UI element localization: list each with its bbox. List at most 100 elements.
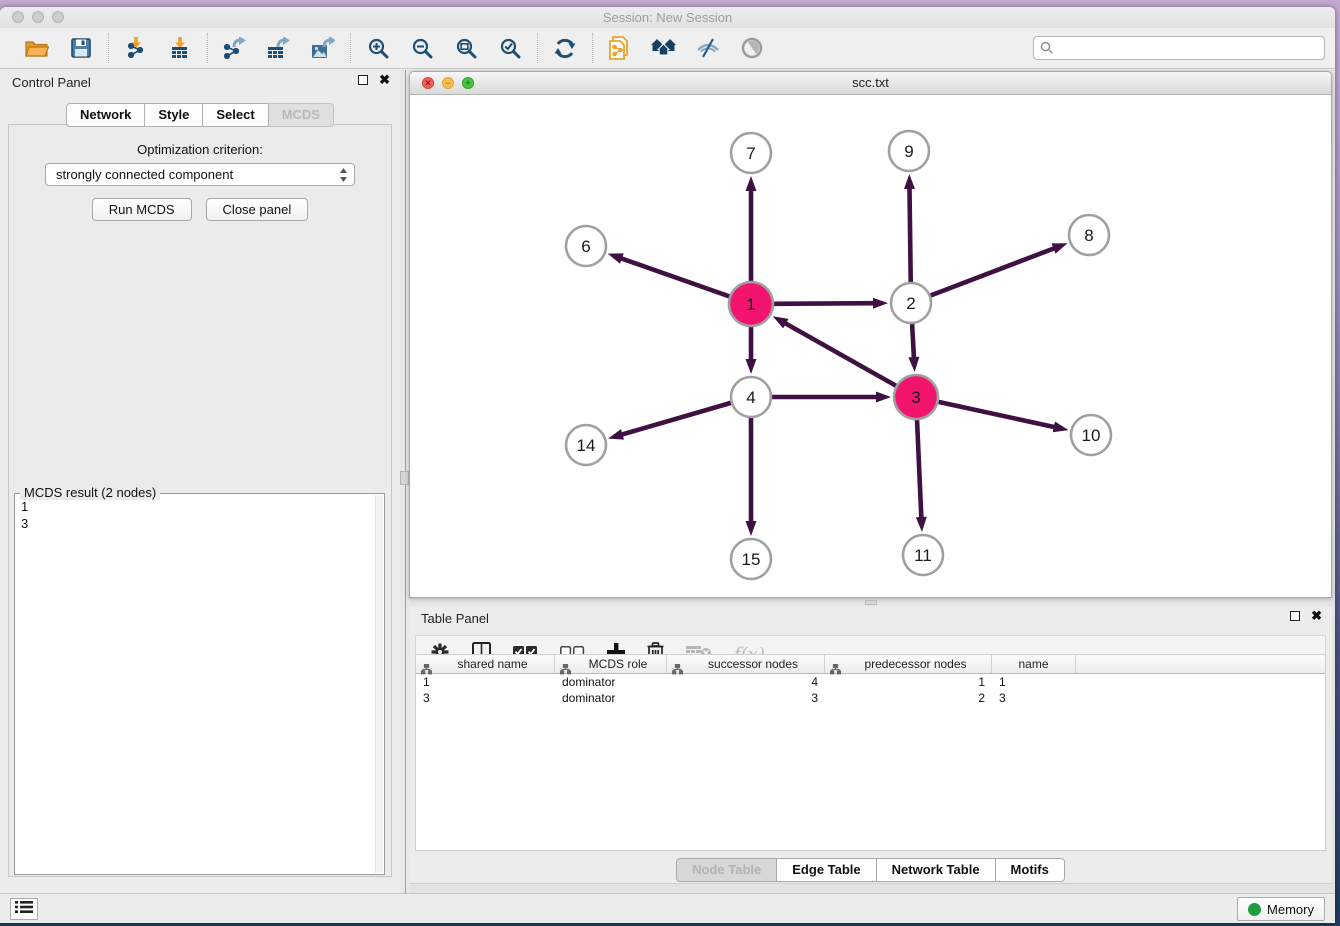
open-session-icon — [25, 38, 49, 58]
cell-successor-nodes[interactable]: 3 — [667, 690, 825, 706]
table-panel-title: Table Panel — [409, 606, 489, 626]
edge-2-8[interactable] — [931, 248, 1056, 296]
network-canvas[interactable]: 7 9 6 8 1 2 4 3 14 10 15 11 — [410, 95, 1331, 597]
window-controls — [12, 11, 64, 23]
save-session-button[interactable] — [66, 33, 96, 63]
close-panel-button[interactable]: Close panel — [206, 198, 309, 221]
node-11[interactable]: 11 — [903, 535, 943, 575]
edge-1-2[interactable] — [774, 303, 875, 304]
table-row[interactable]: 3dominator323 — [416, 690, 1325, 706]
column-header-predecessor-nodes[interactable]: predecessor nodes — [825, 655, 992, 673]
column-header-shared-name[interactable]: shared name — [416, 655, 555, 673]
node-3[interactable]: 3 — [894, 375, 938, 419]
zoom-out-button[interactable] — [407, 33, 437, 63]
refresh-layout-button[interactable] — [550, 33, 580, 63]
network-close-button[interactable]: ✕ — [422, 77, 434, 89]
criterion-dropdown[interactable]: strongly connected component — [45, 163, 355, 186]
zoom-fit-button[interactable] — [451, 33, 481, 63]
edge-3-10[interactable] — [938, 402, 1055, 427]
control-panel-header: Control Panel ✖ — [0, 70, 400, 94]
cell-shared-name[interactable]: 3 — [416, 690, 555, 706]
column-header-MCDS-role[interactable]: MCDS role — [555, 655, 667, 673]
edge-2-3[interactable] — [912, 324, 914, 359]
table-row[interactable]: 1dominator411 — [416, 674, 1325, 690]
control-panel-tabs: NetworkStyleSelectMCDS — [0, 103, 400, 127]
tab-network-table[interactable]: Network Table — [877, 858, 996, 882]
cell-MCDS-role[interactable]: dominator — [555, 690, 667, 706]
cell-successor-nodes[interactable]: 4 — [667, 674, 825, 690]
edge-2-9[interactable] — [909, 187, 910, 282]
cell-MCDS-role[interactable]: dominator — [555, 674, 667, 690]
tab-edge-table[interactable]: Edge Table — [777, 858, 876, 882]
column-header-name[interactable]: name — [992, 655, 1076, 673]
close-window-button[interactable] — [12, 11, 24, 23]
edge-arrowhead — [746, 359, 757, 374]
import-network-button[interactable] — [121, 33, 151, 63]
edge-1-6[interactable] — [620, 258, 729, 296]
mcds-result-list[interactable]: 13 — [21, 496, 374, 872]
node-14[interactable]: 14 — [566, 425, 606, 465]
cell-predecessor-nodes[interactable]: 2 — [825, 690, 992, 706]
mcds-panel: Optimization criterion: strongly connect… — [8, 124, 392, 877]
vertical-splitter[interactable] — [400, 70, 409, 893]
cell-predecessor-nodes[interactable]: 1 — [825, 674, 992, 690]
export-image-button[interactable] — [308, 33, 338, 63]
node-7[interactable]: 7 — [731, 133, 771, 173]
minimize-window-button[interactable] — [32, 11, 44, 23]
tab-node-table[interactable]: Node Table — [676, 858, 777, 882]
table-float-panel-icon[interactable] — [1290, 611, 1300, 621]
zoom-in-icon — [368, 38, 389, 59]
table-bottom-strip — [409, 883, 1332, 893]
open-session-button[interactable] — [22, 33, 52, 63]
hide-selected-button[interactable] — [693, 33, 723, 63]
zoom-in-button[interactable] — [363, 33, 393, 63]
edge-3-11[interactable] — [917, 420, 921, 519]
close-panel-icon[interactable]: ✖ — [379, 75, 390, 85]
memory-status-icon — [1248, 903, 1261, 916]
cell-name[interactable]: 1 — [992, 674, 1076, 690]
table-close-panel-icon[interactable]: ✖ — [1311, 611, 1322, 621]
node-6[interactable]: 6 — [566, 226, 606, 266]
tab-network[interactable]: Network — [66, 103, 145, 127]
result-scrollbar[interactable] — [375, 495, 383, 873]
run-mcds-button[interactable]: Run MCDS — [92, 198, 192, 221]
task-history-button[interactable] — [10, 898, 38, 920]
new-network-from-selection-button[interactable] — [605, 33, 635, 63]
horizontal-splitter[interactable] — [409, 598, 1332, 606]
node-15[interactable]: 15 — [731, 539, 771, 579]
export-table-button[interactable] — [264, 33, 294, 63]
node-4[interactable]: 4 — [731, 377, 771, 417]
maximize-window-button[interactable] — [52, 11, 64, 23]
node-8[interactable]: 8 — [1069, 215, 1109, 255]
node-10[interactable]: 10 — [1071, 415, 1111, 455]
edge-4-14[interactable] — [621, 403, 731, 435]
column-header-successor-nodes[interactable]: successor nodes — [667, 655, 825, 673]
cell-shared-name[interactable]: 1 — [416, 674, 555, 690]
result-line: 1 — [21, 498, 374, 515]
table-panel-header: Table Panel ✖ — [409, 606, 1332, 630]
network-maximize-button[interactable]: + — [462, 77, 474, 89]
cell-name[interactable]: 3 — [992, 690, 1076, 706]
node-9[interactable]: 9 — [889, 131, 929, 171]
zoom-selected-button[interactable] — [495, 33, 525, 63]
tab-mcds[interactable]: MCDS — [269, 103, 334, 127]
splitter-grip[interactable] — [400, 471, 409, 485]
tab-select[interactable]: Select — [203, 103, 268, 127]
node-2[interactable]: 2 — [891, 283, 931, 323]
export-network-button[interactable] — [220, 33, 250, 63]
tab-style[interactable]: Style — [145, 103, 203, 127]
edge-3-1[interactable] — [784, 323, 896, 386]
network-minimize-button[interactable]: − — [442, 77, 454, 89]
memory-button[interactable]: Memory — [1237, 897, 1325, 921]
search-input[interactable] — [1033, 36, 1325, 60]
network-window-titlebar[interactable]: ✕ − + scc.txt — [410, 72, 1331, 95]
tab-motifs[interactable]: Motifs — [996, 858, 1065, 882]
h-splitter-grip[interactable] — [865, 600, 877, 605]
float-panel-icon[interactable] — [358, 75, 368, 85]
import-table-button[interactable] — [165, 33, 195, 63]
edge-arrowhead — [873, 298, 888, 309]
node-1[interactable]: 1 — [729, 282, 773, 326]
optimization-criterion-label: Optimization criterion: — [9, 142, 391, 157]
first-neighbors-button[interactable] — [649, 33, 679, 63]
show-graphics-details-button[interactable] — [737, 33, 767, 63]
